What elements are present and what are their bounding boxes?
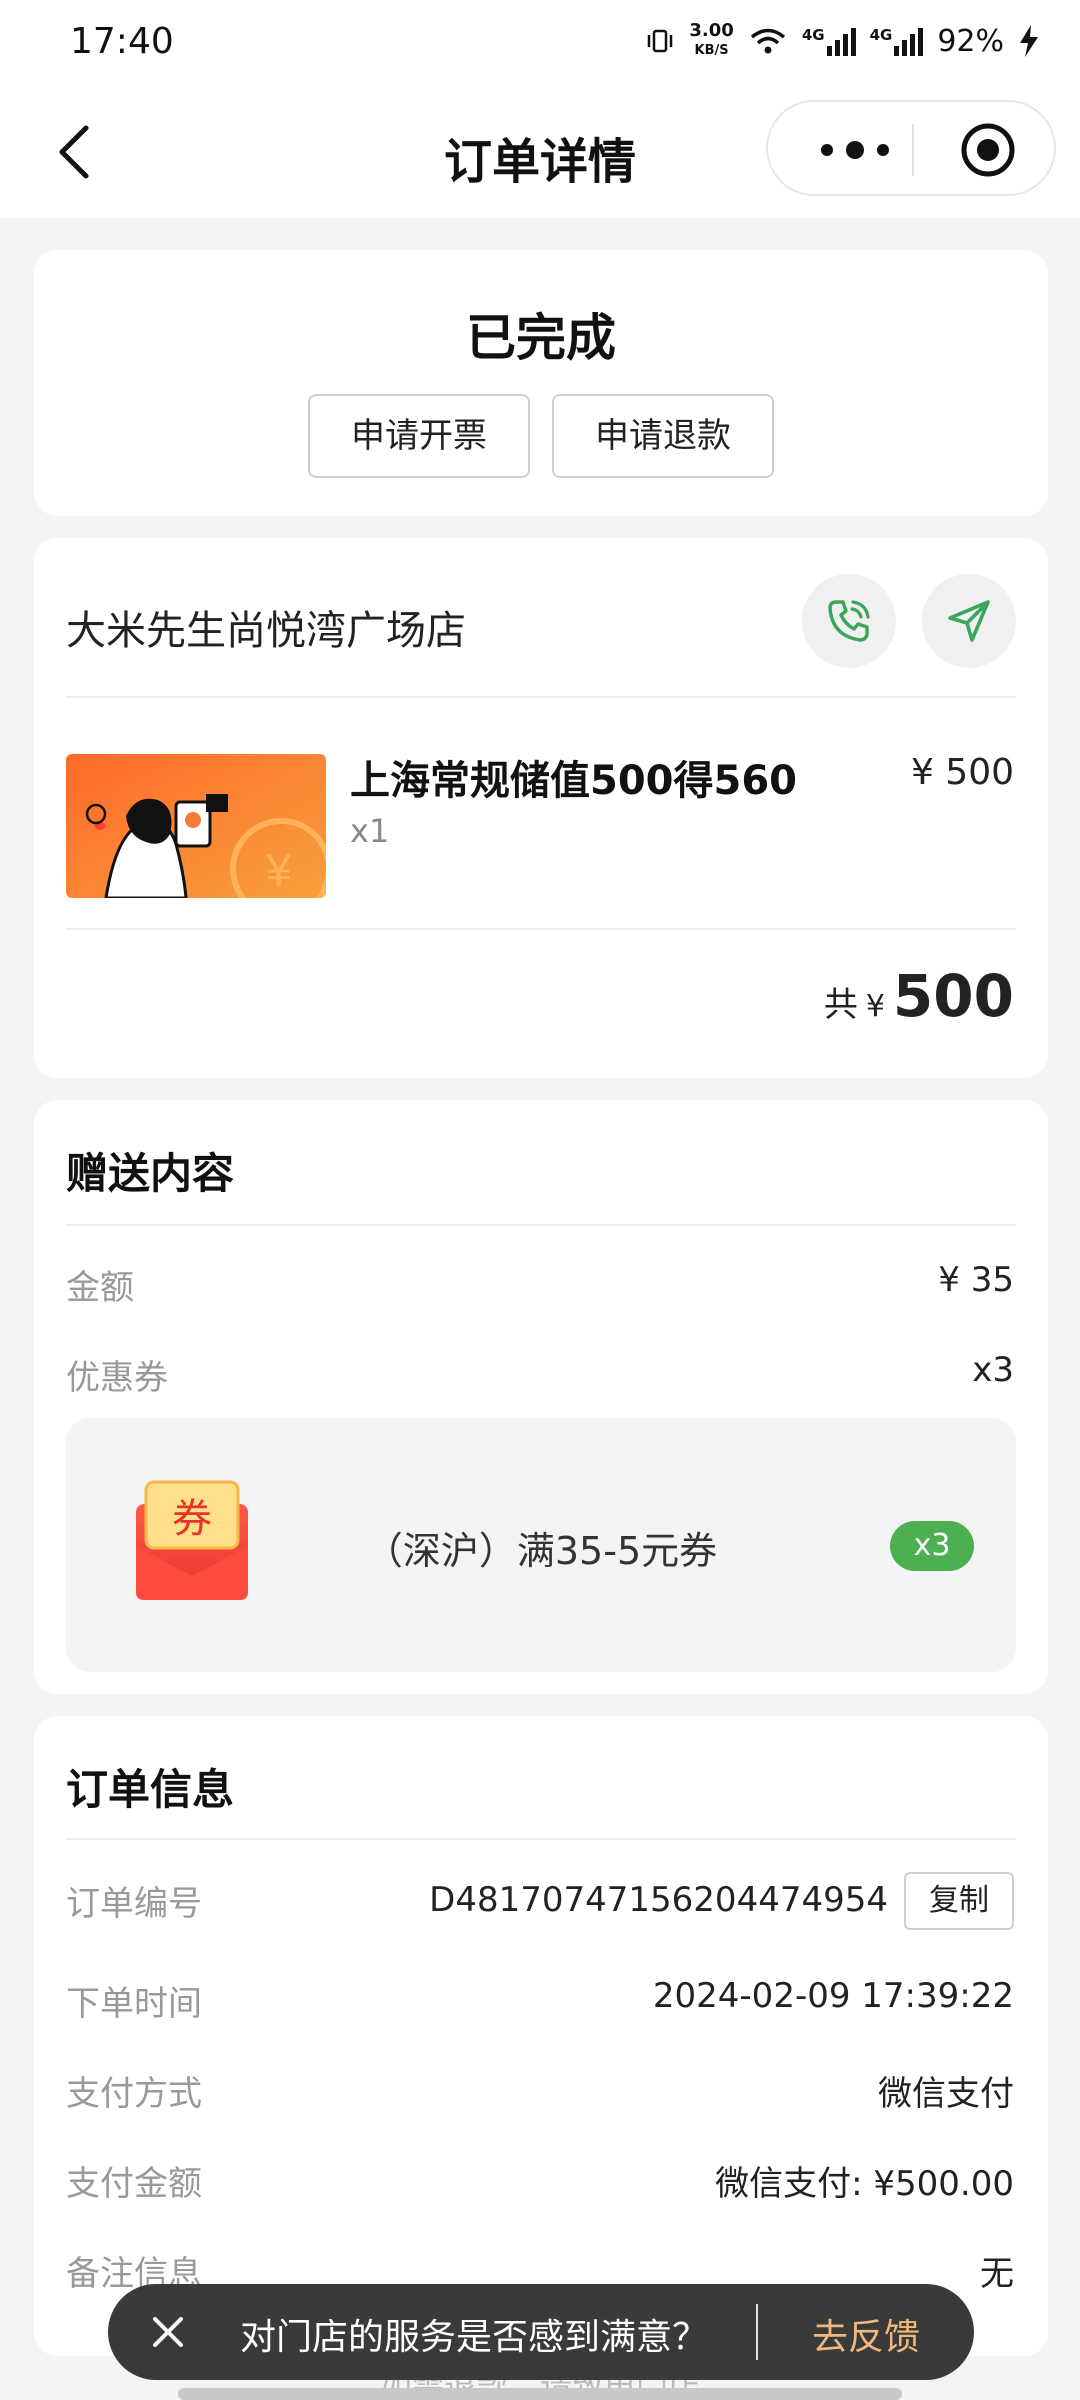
feedback-toast: 对门店的服务是否感到满意？ 去反馈	[108, 2284, 974, 2380]
feedback-button[interactable]: 去反馈	[812, 2308, 920, 2360]
net-type-2: 4G	[869, 26, 893, 44]
status-icons: 3.00 KB/S 4G 4G 92%	[645, 22, 1040, 60]
payment-amount-label: 支付金额	[66, 2164, 202, 2204]
net-type-1: 4G	[801, 26, 825, 44]
payment-method-label: 支付方式	[66, 2074, 202, 2114]
signal-2: 4G	[870, 26, 924, 56]
target-circle-icon[interactable]	[960, 122, 1016, 178]
order-total: 共 ¥ 500	[824, 962, 1014, 1030]
net-speed-unit: KB/S	[694, 43, 729, 58]
payment-amount-value: 微信支付: ¥500.00	[715, 2164, 1014, 2204]
battery-level: 92%	[937, 23, 1004, 59]
store-name: 大米先生尚悦湾广场店	[66, 608, 466, 654]
signal-icon	[826, 26, 856, 56]
payment-method-value: 微信支付	[878, 2074, 1014, 2114]
apply-refund-button[interactable]: 申请退款	[552, 394, 774, 478]
order-info-divider	[66, 1838, 1016, 1840]
navigate-store-button[interactable]	[922, 574, 1016, 668]
status-bar: 17:40 3.00 KB/S 4G 4G 92%	[0, 0, 1080, 82]
order-time-value: 2024-02-09 17:39:22	[652, 1976, 1014, 2016]
gift-coupon-count: x3	[972, 1350, 1014, 1390]
remark-value: 无	[980, 2254, 1014, 2294]
product-divider	[66, 928, 1016, 930]
signal-icon	[894, 26, 924, 56]
copy-order-number-button[interactable]: 复制	[904, 1872, 1014, 1930]
coupon-item[interactable]: 券 （深沪）满35-5元券 x3	[66, 1418, 1016, 1672]
more-dots-icon[interactable]	[810, 132, 900, 168]
order-number-label: 订单编号	[66, 1884, 202, 1924]
feedback-question: 对门店的服务是否感到满意？	[240, 2317, 709, 2358]
svg-text:¥: ¥	[265, 844, 292, 896]
store-card: 大米先生尚悦湾广场店 ¥ 上海常规储值500得560 x1 ¥ 500 共 ¥ …	[34, 538, 1048, 1078]
product-illustration: ¥	[66, 754, 326, 898]
order-info-card: 订单信息 订单编号 D48170747156204474954 复制 下单时间 …	[34, 1716, 1048, 2356]
net-speed-value: 3.00	[689, 20, 734, 41]
gift-amount-value: ¥ 35	[938, 1260, 1014, 1300]
call-store-button[interactable]	[802, 574, 896, 668]
toast-divider	[756, 2304, 758, 2360]
product-price: ¥ 500	[910, 752, 1014, 793]
close-icon[interactable]	[150, 2314, 186, 2350]
nav-bar: 订单详情	[0, 82, 1080, 218]
charging-icon	[1020, 25, 1038, 57]
order-status-title: 已完成	[466, 309, 616, 367]
product-quantity: x1	[350, 812, 390, 850]
gift-card: 赠送内容 金额 ¥ 35 优惠券 x3 券 （深沪）满35-5元券 x3	[34, 1100, 1048, 1694]
gift-amount-label: 金额	[66, 1268, 134, 1308]
gift-section-title: 赠送内容	[66, 1149, 235, 1198]
coupon-count-badge: x3	[890, 1521, 974, 1571]
gift-coupon-label: 优惠券	[66, 1358, 168, 1398]
product-image: ¥	[66, 754, 326, 898]
total-currency: ¥	[865, 989, 885, 1024]
order-status-card: 已完成 申请开票 申请退款	[34, 250, 1048, 516]
net-speed: 3.00 KB/S	[689, 22, 733, 60]
navigate-icon	[948, 600, 990, 642]
total-amount: 500	[892, 962, 1014, 1030]
status-time: 17:40	[70, 20, 174, 62]
total-label: 共	[823, 985, 858, 1025]
mini-program-capsule	[766, 100, 1056, 196]
order-time-label: 下单时间	[66, 1984, 202, 2024]
order-number-value: D48170747156204474954	[429, 1880, 888, 1920]
signal-1: 4G	[802, 26, 856, 56]
store-divider	[66, 696, 1016, 698]
order-info-title: 订单信息	[66, 1765, 235, 1814]
product-name: 上海常规储值500得560	[350, 758, 797, 804]
phone-icon	[828, 600, 870, 642]
coupon-name: （深沪）满35-5元券	[364, 1529, 718, 1573]
home-indicator[interactable]	[178, 2388, 902, 2400]
wifi-icon	[750, 28, 785, 54]
vibrate-icon	[648, 29, 673, 53]
capsule-divider	[912, 124, 914, 176]
gift-divider	[66, 1224, 1016, 1226]
apply-invoice-button[interactable]: 申请开票	[308, 394, 530, 478]
